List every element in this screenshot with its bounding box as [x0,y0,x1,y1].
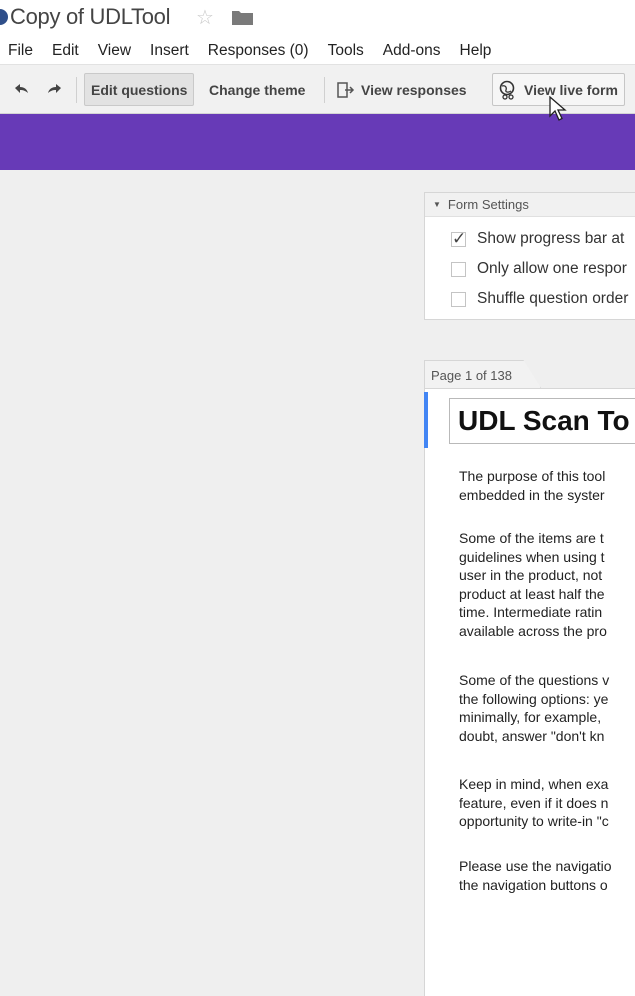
menu-tools[interactable]: Tools [328,42,364,60]
description-paragraph: Some of the questions v the following op… [459,671,609,745]
description-line: time. Intermediate ratin [459,604,603,620]
menu-insert[interactable]: Insert [150,42,189,60]
setting-progress-bar[interactable]: Show progress bar at [451,229,624,249]
document-title[interactable]: Copy of UDLTool [10,4,170,30]
toolbar: Edit questions Change theme View respons… [0,64,635,114]
change-theme-button[interactable]: Change theme [202,73,312,106]
description-line: user in the product, not [459,567,603,583]
setting-label: Shuffle question order [477,290,629,307]
edit-questions-button[interactable]: Edit questions [84,73,195,106]
description-line: Please use the navigatio [459,858,612,874]
collapse-triangle-icon[interactable]: ▼ [433,200,441,209]
view-live-form-label: View live form [524,81,618,98]
redo-icon[interactable] [46,81,64,99]
form-settings-header[interactable]: ▼ Form Settings [425,193,635,217]
view-responses-icon [337,81,355,98]
description-paragraph: The purpose of this tool embedded in the… [459,467,605,504]
description-line: feature, even if it does n [459,794,609,811]
focus-indicator [424,392,428,448]
progress-bar-checkbox[interactable] [451,229,466,249]
description-line: the following options: ye [459,690,609,707]
form-settings-title: Form Settings [447,197,529,212]
menu-addons[interactable]: Add-ons [383,42,441,60]
app-corner-marker [0,9,8,25]
description-line: Keep in mind, when exa [459,776,609,792]
menu-file[interactable]: File [8,42,33,60]
menu-responses[interactable]: Responses (0) [208,42,309,60]
one-response-checkbox[interactable] [451,261,466,277]
menu-edit[interactable]: Edit [52,42,79,60]
folder-icon[interactable] [232,10,253,25]
form-title-input[interactable]: UDL Scan To [449,398,635,444]
view-responses-button[interactable]: View responses [330,73,474,106]
setting-one-response[interactable]: Only allow one respor [451,259,627,279]
description-line: The purpose of this tool [459,468,606,484]
description-line: Some of the items are t [459,530,604,546]
shuffle-order-checkbox[interactable] [451,291,466,307]
toolbar-divider [76,77,77,103]
page-indicator-tab: Page 1 of 138 [424,360,541,388]
description-line: Some of the questions v [459,672,610,688]
description-paragraph: Please use the navigatio the navigation … [459,857,612,894]
theme-banner [0,114,635,170]
setting-label: Only allow one respor [477,260,627,277]
description-paragraph: Keep in mind, when exa feature, even if … [459,775,609,831]
setting-label: Show progress bar at [477,230,625,247]
view-responses-label: View responses [361,81,467,98]
description-line: embedded in the syster [459,486,605,503]
setting-shuffle-order[interactable]: Shuffle question order [451,289,628,309]
description-line: the navigation buttons o [459,876,608,893]
description-line: minimally, for example, [459,709,602,725]
mouse-cursor-icon [549,96,567,121]
toolbar-divider [324,77,325,103]
title-bar: Copy of UDLTool ☆ [0,0,635,38]
description-line: available across the pro [459,622,607,639]
description-paragraph: Some of the items are t guidelines when … [459,529,607,640]
menu-bar: File Edit View Insert Responses (0) Tool… [0,38,635,64]
undo-icon[interactable] [12,81,30,99]
menu-help[interactable]: Help [460,42,492,60]
star-icon[interactable]: ☆ [196,5,214,30]
description-line: product at least half the [459,585,605,602]
form-settings-panel: ▼ Form Settings Show progress bar at Onl… [424,192,635,320]
description-line: guidelines when using t [459,548,605,565]
description-line: doubt, answer "don't kn [459,727,605,744]
menu-view[interactable]: View [98,42,131,60]
live-form-icon [499,80,515,100]
description-line: opportunity to write-in "c [459,813,609,829]
